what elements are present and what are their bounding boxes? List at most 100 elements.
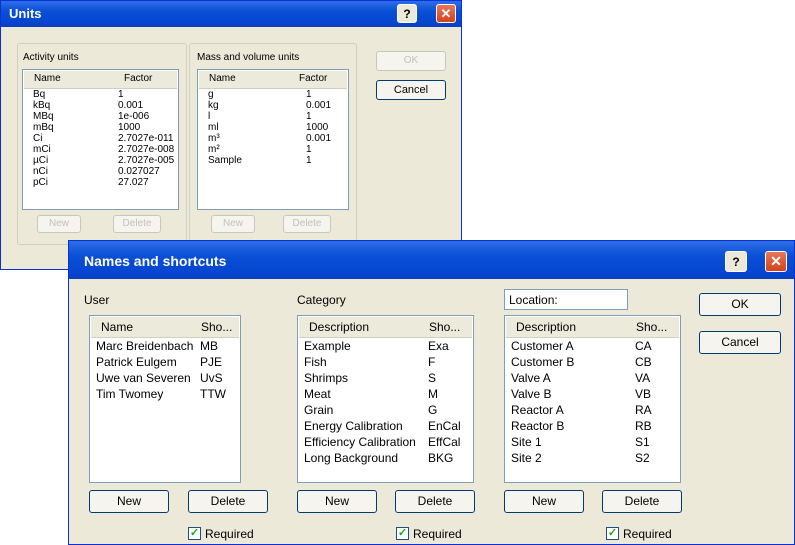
list-item[interactable]: pCi 27.027 xyxy=(23,177,178,188)
list-item[interactable]: Fish F xyxy=(298,354,473,370)
activity-new-button[interactable]: New xyxy=(37,215,81,233)
list-item-label: l xyxy=(208,111,211,122)
list-item-value: S xyxy=(428,371,437,385)
list-item-value: VB xyxy=(635,387,652,401)
names-cancel-button[interactable]: Cancel xyxy=(699,331,781,354)
list-item-value: F xyxy=(428,355,436,369)
list-item[interactable]: m³ 0.001 xyxy=(198,133,348,144)
list-item-value: 2.7027e-011 xyxy=(118,133,174,144)
list-item[interactable]: Valve B VB xyxy=(505,386,680,402)
user-new-button[interactable]: New xyxy=(89,490,169,513)
list-item[interactable]: l1 xyxy=(198,111,348,122)
list-item-label: mBq xyxy=(33,122,54,133)
list-item[interactable]: Tim Twomey TTW xyxy=(90,386,240,402)
list-item[interactable]: Reactor A RA xyxy=(505,402,680,418)
list-item[interactable]: Valve A VA xyxy=(505,370,680,386)
list-item-value: 1 xyxy=(306,155,312,166)
list-item[interactable]: µCi 2.7027e-005 xyxy=(23,155,178,166)
list-item[interactable]: Shrimps S xyxy=(298,370,473,386)
column-header-description[interactable]: Description xyxy=(309,320,369,334)
close-button[interactable]: ✕ xyxy=(765,251,787,272)
location-delete-button[interactable]: Delete xyxy=(602,490,682,513)
list-item[interactable]: ml 1000 xyxy=(198,122,348,133)
list-item-label: Fish xyxy=(304,355,327,369)
list-item[interactable]: Uwe van Severen UvS xyxy=(90,370,240,386)
list-item[interactable]: kBq 0.001 xyxy=(23,100,178,111)
list-item-value: EnCal xyxy=(428,419,461,433)
list-item-label: Site 2 xyxy=(511,451,542,465)
mass-delete-button[interactable]: Delete xyxy=(283,215,331,233)
list-item-value: PJE xyxy=(200,355,223,369)
help-button[interactable]: ? xyxy=(725,251,747,272)
list-item[interactable]: g1 xyxy=(198,89,348,100)
list-item[interactable]: mCi 2.7027e-008 xyxy=(23,144,178,155)
list-item[interactable]: Patrick Eulgem PJE xyxy=(90,354,240,370)
list-item-value: 1 xyxy=(306,89,312,100)
list-item-label: Marc Breidenbach xyxy=(96,339,194,353)
list-item-label: Site 1 xyxy=(511,435,542,449)
names-titlebar[interactable]: Names and shortcuts ? ✕ xyxy=(69,241,794,279)
names-ok-button[interactable]: OK xyxy=(699,293,781,316)
units-cancel-button[interactable]: Cancel xyxy=(376,80,446,100)
list-item-label: µCi xyxy=(33,155,49,166)
location-new-button[interactable]: New xyxy=(504,490,584,513)
category-required-checkbox[interactable]: ✓ xyxy=(396,527,409,540)
list-item[interactable]: Site 2 S2 xyxy=(505,450,680,466)
mass-new-button[interactable]: New xyxy=(211,215,255,233)
help-button[interactable]: ? xyxy=(397,4,417,23)
category-list[interactable]: Description Sho... Example Exa Fish F Shrimp… xyxy=(297,315,474,483)
mass-units-list[interactable]: Name Factor g 1 kg 0.001 l 1 ml 1000 m³ 0.001 m² 1 S… xyxy=(197,69,349,210)
list-item-label: Long Background xyxy=(304,451,399,465)
column-header-shortcut[interactable]: Sho... xyxy=(429,320,460,334)
list-item[interactable]: Customer A CA xyxy=(505,338,680,354)
column-header-factor[interactable]: Factor xyxy=(299,73,327,84)
list-header: Description Sho... xyxy=(506,317,679,338)
list-item[interactable]: MBq 1e-006 xyxy=(23,111,178,122)
column-header-description[interactable]: Description xyxy=(516,320,576,334)
mass-units-label: Mass and volume units xyxy=(197,52,300,63)
list-item[interactable]: Efficiency Calibration EffCal xyxy=(298,434,473,450)
column-header-shortcut[interactable]: Sho... xyxy=(636,320,667,334)
list-item[interactable]: mBq 1000 xyxy=(23,122,178,133)
list-item[interactable]: nCi 0.027027 xyxy=(23,166,178,177)
list-item-label: Efficiency Calibration xyxy=(304,435,416,449)
list-item[interactable]: Example Exa xyxy=(298,338,473,354)
location-list[interactable]: Description Sho... Customer A CA Customer … xyxy=(504,315,681,483)
activity-units-list[interactable]: Name Factor Bq 1 kBq 0.001 MBq 1e-006 mBq 1000 C… xyxy=(22,69,179,210)
column-header-shortcut[interactable]: Sho... xyxy=(201,320,232,334)
user-group-label: User xyxy=(84,293,110,307)
list-item[interactable]: m² 1 xyxy=(198,144,348,155)
list-item[interactable]: Long Background BKG xyxy=(298,450,473,466)
user-delete-button[interactable]: Delete xyxy=(188,490,268,513)
user-required-checkbox[interactable]: ✓ xyxy=(188,527,201,540)
list-item[interactable]: Marc Breidenbach MB xyxy=(90,338,240,354)
list-item[interactable]: Meat M xyxy=(298,386,473,402)
units-titlebar[interactable]: Units ? ✕ xyxy=(1,1,461,27)
column-header-name[interactable]: Name xyxy=(209,73,236,84)
list-item[interactable]: Site 1 S1 xyxy=(505,434,680,450)
list-item-label: Customer A xyxy=(511,339,574,353)
list-item-label: Energy Calibration xyxy=(304,419,403,433)
list-item[interactable]: Customer B CB xyxy=(505,354,680,370)
list-item[interactable]: Energy Calibration EnCal xyxy=(298,418,473,434)
close-button[interactable]: ✕ xyxy=(436,4,456,23)
list-item[interactable]: Grain G xyxy=(298,402,473,418)
list-item-value: RA xyxy=(635,403,652,417)
list-item-value: BKG xyxy=(428,451,454,465)
activity-delete-button[interactable]: Delete xyxy=(113,215,161,233)
column-header-name[interactable]: Name xyxy=(101,320,133,334)
category-new-button[interactable]: New xyxy=(297,490,377,513)
list-item[interactable]: Bq 1 xyxy=(23,89,178,100)
list-item[interactable]: Sample 1 xyxy=(198,155,348,166)
list-item[interactable]: Ci 2.7027e-011 xyxy=(23,133,178,144)
list-item-label: Valve B xyxy=(511,387,552,401)
user-list[interactable]: Name Sho... Marc Breidenbach MB Patrick Eu… xyxy=(89,315,241,483)
column-header-name[interactable]: Name xyxy=(34,73,61,84)
location-required-checkbox[interactable]: ✓ xyxy=(606,527,619,540)
column-header-factor[interactable]: Factor xyxy=(124,73,152,84)
list-item[interactable]: kg 0.001 xyxy=(198,100,348,111)
units-ok-button[interactable]: OK xyxy=(376,51,446,71)
list-item-value: 0.027027 xyxy=(118,166,160,177)
category-delete-button[interactable]: Delete xyxy=(395,490,475,513)
list-item[interactable]: Reactor B RB xyxy=(505,418,680,434)
